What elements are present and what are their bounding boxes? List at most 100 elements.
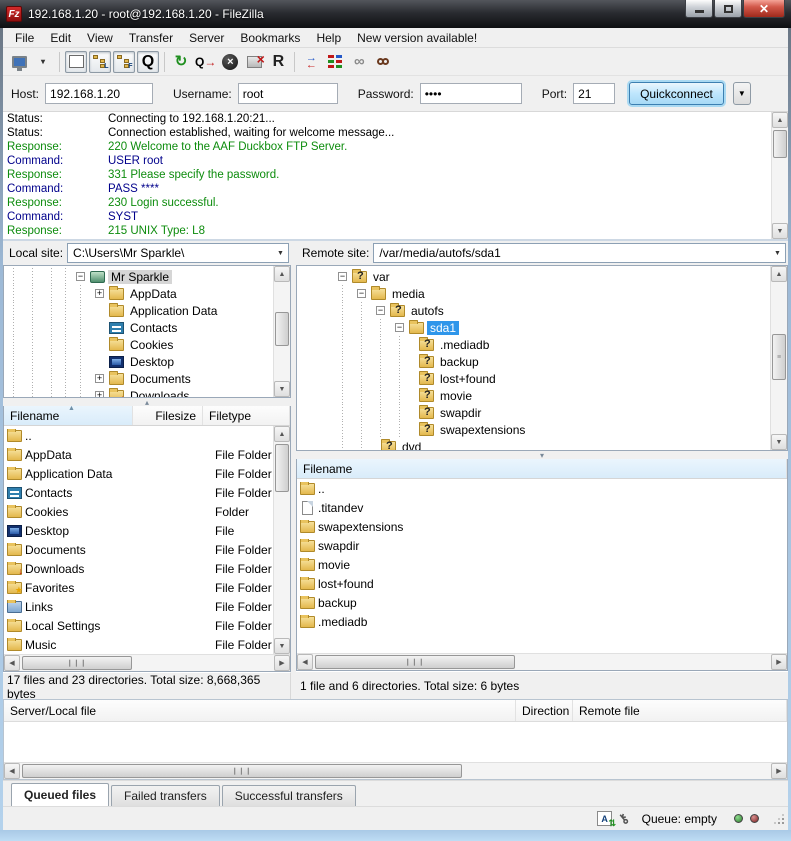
local-list-hscrollbar[interactable]: ◀ ❙❙❙ ▶ bbox=[4, 654, 290, 671]
collapse-icon[interactable]: − bbox=[395, 323, 404, 332]
tree-item[interactable]: movie bbox=[333, 387, 770, 404]
minimize-button[interactable] bbox=[685, 0, 713, 18]
file-row[interactable]: DocumentsFile Folder bbox=[4, 540, 273, 559]
directory-listing-filters-button[interactable] bbox=[324, 51, 346, 73]
expand-icon[interactable]: + bbox=[95, 374, 104, 383]
scroll-up-icon[interactable]: ▲ bbox=[772, 112, 788, 128]
resize-grip[interactable] bbox=[774, 814, 784, 824]
tree-item[interactable]: − Mr Sparkle bbox=[4, 268, 172, 285]
column-header-remote-file[interactable]: Remote file bbox=[573, 700, 787, 721]
collapse-icon[interactable]: − bbox=[376, 306, 385, 315]
remote-tree-scrollbar[interactable]: ▲ ≡ ▼ bbox=[770, 266, 787, 450]
username-input[interactable] bbox=[238, 83, 338, 104]
tree-item[interactable]: − sda1 bbox=[333, 319, 770, 336]
scroll-down-icon[interactable]: ▼ bbox=[274, 381, 290, 397]
scroll-left-icon[interactable]: ◀ bbox=[4, 655, 20, 671]
remote-pane-splitter[interactable]: ▾ bbox=[296, 451, 788, 459]
file-row[interactable]: backup bbox=[297, 593, 787, 612]
reconnect-button[interactable]: R bbox=[267, 51, 289, 73]
host-input[interactable] bbox=[45, 83, 153, 104]
collapse-icon[interactable]: − bbox=[76, 272, 85, 281]
quickconnect-button[interactable]: Quickconnect bbox=[629, 82, 724, 105]
scroll-up-icon[interactable]: ▲ bbox=[274, 426, 290, 442]
tree-item[interactable]: − autofs bbox=[333, 302, 770, 319]
disconnect-button[interactable] bbox=[243, 51, 265, 73]
scroll-right-icon[interactable]: ▶ bbox=[771, 654, 787, 670]
column-header-filetype[interactable]: Filetype bbox=[203, 406, 290, 425]
tab-queued-files[interactable]: Queued files bbox=[11, 783, 109, 806]
file-row[interactable]: Application DataFile Folder bbox=[4, 464, 273, 483]
tree-item[interactable]: Cookies bbox=[4, 336, 273, 353]
tree-item[interactable]: Application Data bbox=[4, 302, 273, 319]
queue-hscrollbar[interactable]: ◀ ❙❙❙ ▶ bbox=[4, 762, 787, 779]
toggle-remote-tree-button[interactable]: F bbox=[113, 51, 135, 73]
unsecured-connection-icon[interactable]: ⚷ bbox=[615, 809, 633, 827]
title-bar[interactable]: Fz 192.168.1.20 - root@192.168.1.20 - Fi… bbox=[0, 0, 791, 28]
file-row[interactable]: movie bbox=[297, 555, 787, 574]
column-header-server-local-file[interactable]: Server/Local file bbox=[4, 700, 516, 721]
tree-item[interactable]: .mediadb bbox=[333, 336, 770, 353]
file-row[interactable]: MusicFile Folder bbox=[4, 635, 273, 654]
menu-help[interactable]: Help bbox=[308, 29, 349, 47]
tree-item[interactable]: lost+found bbox=[333, 370, 770, 387]
menu-bookmarks[interactable]: Bookmarks bbox=[232, 29, 308, 47]
port-input[interactable] bbox=[573, 83, 615, 104]
collapse-icon[interactable]: − bbox=[338, 272, 347, 281]
directory-comparison-button[interactable]: →← bbox=[300, 51, 322, 73]
tree-item[interactable]: Contacts bbox=[4, 319, 273, 336]
menu-transfer[interactable]: Transfer bbox=[121, 29, 181, 47]
toggle-queue-button[interactable]: Q bbox=[137, 51, 159, 73]
file-row[interactable]: DesktopFile bbox=[4, 521, 273, 540]
scroll-right-icon[interactable]: ▶ bbox=[771, 763, 787, 779]
file-row[interactable]: ↓DownloadsFile Folder bbox=[4, 559, 273, 578]
site-manager-button[interactable] bbox=[8, 51, 30, 73]
scroll-left-icon[interactable]: ◀ bbox=[297, 654, 313, 670]
process-queue-button[interactable]: Q→ bbox=[194, 51, 217, 73]
file-row[interactable]: swapextensions bbox=[297, 517, 787, 536]
log-scrollbar[interactable]: ▲ ▼ bbox=[771, 112, 788, 239]
site-manager-dropdown-button[interactable]: ▾ bbox=[32, 51, 54, 73]
tree-item[interactable]: backup bbox=[333, 353, 770, 370]
tree-item[interactable]: Desktop bbox=[4, 353, 273, 370]
scroll-down-icon[interactable]: ▼ bbox=[771, 434, 787, 450]
file-row[interactable]: lost+found bbox=[297, 574, 787, 593]
refresh-button[interactable]: ↻ bbox=[170, 51, 192, 73]
remote-list-hscrollbar[interactable]: ◀ ❙❙❙ ▶ bbox=[297, 653, 787, 670]
menu-file[interactable]: File bbox=[7, 29, 42, 47]
local-list-scrollbar[interactable]: ▲ ▼ bbox=[273, 426, 290, 654]
scroll-left-icon[interactable]: ◀ bbox=[4, 763, 20, 779]
tree-item[interactable]: − var bbox=[333, 268, 770, 285]
tree-item[interactable]: + Documents bbox=[4, 370, 273, 387]
file-row[interactable]: .. bbox=[297, 479, 787, 498]
tab-failed-transfers[interactable]: Failed transfers bbox=[111, 785, 220, 806]
menu-view[interactable]: View bbox=[79, 29, 121, 47]
menu-server[interactable]: Server bbox=[181, 29, 232, 47]
collapse-icon[interactable]: − bbox=[357, 289, 366, 298]
file-row[interactable]: Local SettingsFile Folder bbox=[4, 616, 273, 635]
file-row[interactable]: .mediadb bbox=[297, 612, 787, 631]
scroll-up-icon[interactable]: ▲ bbox=[274, 266, 290, 282]
synchronized-browsing-button[interactable]: ∞ bbox=[348, 51, 370, 73]
file-row[interactable]: swapdir bbox=[297, 536, 787, 555]
password-input[interactable] bbox=[420, 83, 522, 104]
expand-icon[interactable]: + bbox=[95, 391, 104, 397]
scroll-down-icon[interactable]: ▼ bbox=[772, 223, 788, 239]
cancel-button[interactable]: × bbox=[219, 51, 241, 73]
column-header-direction[interactable]: Direction bbox=[516, 700, 573, 721]
scroll-right-icon[interactable]: ▶ bbox=[274, 655, 290, 671]
menu-edit[interactable]: Edit bbox=[42, 29, 79, 47]
toggle-local-tree-button[interactable]: L bbox=[89, 51, 111, 73]
remote-site-combobox[interactable]: /var/media/autofs/sda1 ▼ bbox=[373, 243, 786, 263]
maximize-button[interactable] bbox=[714, 0, 742, 18]
local-pane-splitter[interactable]: ▴ bbox=[3, 398, 291, 406]
tab-successful-transfers[interactable]: Successful transfers bbox=[222, 785, 356, 806]
file-row[interactable]: AppDataFile Folder bbox=[4, 445, 273, 464]
scroll-down-icon[interactable]: ▼ bbox=[274, 638, 290, 654]
menu-new-version[interactable]: New version available! bbox=[349, 29, 485, 47]
expand-icon[interactable]: + bbox=[95, 289, 104, 298]
file-row[interactable]: .titandev bbox=[297, 498, 787, 517]
tree-item[interactable]: + AppData bbox=[4, 285, 273, 302]
file-row[interactable]: ContactsFile Folder bbox=[4, 483, 273, 502]
find-files-button[interactable] bbox=[372, 51, 394, 73]
file-row[interactable]: LinksFile Folder bbox=[4, 597, 273, 616]
